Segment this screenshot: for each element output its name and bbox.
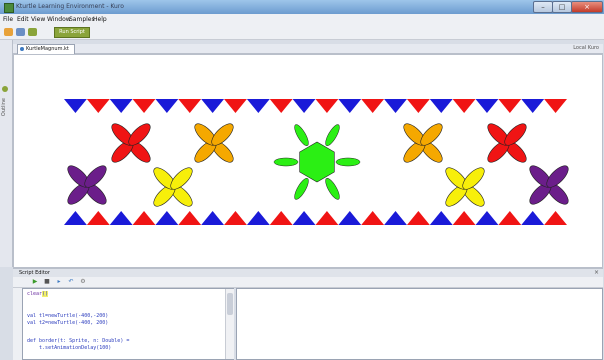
border-triangle bbox=[246, 211, 270, 225]
border-triangle bbox=[224, 99, 247, 113]
border-triangle bbox=[338, 211, 362, 225]
border-triangle bbox=[544, 211, 567, 225]
menu-help[interactable]: Help bbox=[93, 16, 107, 23]
border-triangle bbox=[429, 99, 453, 113]
menu-window[interactable]: Window bbox=[47, 16, 71, 23]
border-triangle bbox=[452, 211, 476, 225]
main-toolbar: Run Script bbox=[0, 25, 604, 40]
border-triangle bbox=[178, 99, 202, 113]
save-icon[interactable] bbox=[28, 28, 37, 36]
code-line-6[interactable]: def border(t: Sprite, n: Double) = bbox=[27, 338, 129, 344]
border-triangle bbox=[269, 211, 293, 225]
border-triangle bbox=[452, 99, 476, 113]
sidebar-marker-icon[interactable] bbox=[2, 86, 8, 92]
stop-icon[interactable]: ■ bbox=[43, 278, 51, 286]
green-flower-petal bbox=[273, 157, 299, 167]
menu-edit[interactable]: Edit bbox=[17, 16, 29, 23]
window-title: Kturtle Learning Environment - Kuro bbox=[16, 3, 124, 10]
code-line-1[interactable]: clear() bbox=[27, 291, 49, 297]
document-tab-bar: KurtleMagnum.kt Local Kuro bbox=[13, 44, 603, 54]
green-flower-petal bbox=[335, 157, 361, 167]
panel-close-icon[interactable]: × bbox=[594, 269, 599, 276]
minimize-button[interactable]: – bbox=[533, 1, 553, 13]
green-flower-petal bbox=[325, 124, 340, 146]
green-flower-petal bbox=[294, 124, 309, 146]
step-icon[interactable]: ▸ bbox=[55, 278, 63, 286]
border-triangle bbox=[64, 99, 87, 113]
border-triangle bbox=[201, 99, 225, 113]
editor-gutter bbox=[13, 288, 22, 360]
code-editor[interactable]: clear() val tl=newTurtle(-400,-200) val … bbox=[22, 288, 234, 360]
border-triangle bbox=[475, 211, 499, 225]
border-triangle bbox=[64, 211, 87, 225]
menu-samples[interactable]: Samples bbox=[69, 16, 95, 23]
border-triangle bbox=[338, 99, 362, 113]
sidebar-label[interactable]: Outline bbox=[1, 98, 7, 116]
refresh-icon[interactable] bbox=[16, 28, 25, 36]
border-triangle bbox=[246, 99, 270, 113]
border-triangle bbox=[361, 99, 385, 113]
border-triangle bbox=[498, 211, 522, 225]
border-triangle bbox=[132, 99, 156, 113]
border-triangle bbox=[384, 99, 407, 113]
border-triangle bbox=[109, 99, 133, 113]
cursor-highlight: () bbox=[42, 291, 49, 297]
close-button[interactable]: × bbox=[571, 1, 603, 13]
border-triangle bbox=[178, 211, 202, 225]
border-triangle bbox=[521, 211, 545, 225]
border-triangle bbox=[315, 211, 339, 225]
border-triangle bbox=[384, 211, 407, 225]
open-folder-icon[interactable] bbox=[4, 28, 13, 36]
border-triangle bbox=[132, 211, 156, 225]
border-triangle bbox=[361, 211, 385, 225]
border-triangle bbox=[155, 211, 179, 225]
green-flower-center bbox=[299, 141, 335, 183]
scroll-thumb[interactable] bbox=[227, 293, 233, 315]
border-triangle bbox=[155, 99, 179, 113]
turtle-canvas[interactable] bbox=[13, 54, 603, 268]
tab-label: KurtleMagnum.kt bbox=[26, 46, 69, 52]
border-triangle bbox=[224, 211, 247, 225]
border-triangle bbox=[544, 99, 567, 113]
left-sidebar: Outline bbox=[0, 40, 13, 267]
border-triangle bbox=[292, 99, 316, 113]
code-line-4[interactable]: val t2=newTurtle(-400, 200) bbox=[27, 320, 108, 326]
code-text: clear bbox=[27, 291, 43, 297]
output-pane[interactable] bbox=[236, 288, 603, 360]
tab-right-label[interactable]: Local Kuro bbox=[573, 44, 599, 53]
border-triangle bbox=[429, 211, 453, 225]
run-icon[interactable]: ▶ bbox=[31, 278, 39, 286]
code-line-7[interactable]: t.setAnimationDelay(100) bbox=[27, 345, 111, 351]
green-flower-petal bbox=[294, 178, 309, 200]
editor-toolbar: ▶ ■ ▸ ↶ ⚙ bbox=[13, 277, 603, 288]
border-triangle bbox=[498, 99, 522, 113]
editor-scrollbar[interactable] bbox=[225, 289, 234, 359]
border-triangle bbox=[86, 211, 110, 225]
menu-view[interactable]: View bbox=[31, 16, 45, 23]
tab-kurtle-magnum[interactable]: KurtleMagnum.kt bbox=[17, 44, 75, 54]
border-triangle bbox=[269, 99, 293, 113]
border-triangle bbox=[315, 99, 339, 113]
menu-file[interactable]: File bbox=[3, 16, 13, 23]
file-icon bbox=[20, 46, 24, 51]
undo-icon[interactable]: ↶ bbox=[67, 278, 75, 286]
border-triangle bbox=[406, 99, 430, 113]
app-icon bbox=[4, 3, 14, 13]
border-triangle bbox=[292, 211, 316, 225]
settings-icon[interactable]: ⚙ bbox=[79, 278, 87, 286]
green-flower-petal bbox=[325, 178, 340, 200]
code-line-3[interactable]: val tl=newTurtle(-400,-200) bbox=[27, 313, 108, 319]
border-triangle bbox=[201, 211, 225, 225]
border-triangle bbox=[475, 99, 499, 113]
border-triangle bbox=[109, 211, 133, 225]
border-triangle bbox=[406, 211, 430, 225]
run-script-button[interactable]: Run Script bbox=[54, 27, 90, 38]
maximize-button[interactable]: □ bbox=[552, 1, 572, 13]
border-triangle bbox=[86, 99, 110, 113]
script-editor-tab[interactable]: Script Editor bbox=[19, 270, 50, 276]
border-triangle bbox=[521, 99, 545, 113]
drawing-area bbox=[64, 99, 569, 225]
title-bar: Kturtle Learning Environment - Kuro – □ … bbox=[0, 0, 604, 14]
